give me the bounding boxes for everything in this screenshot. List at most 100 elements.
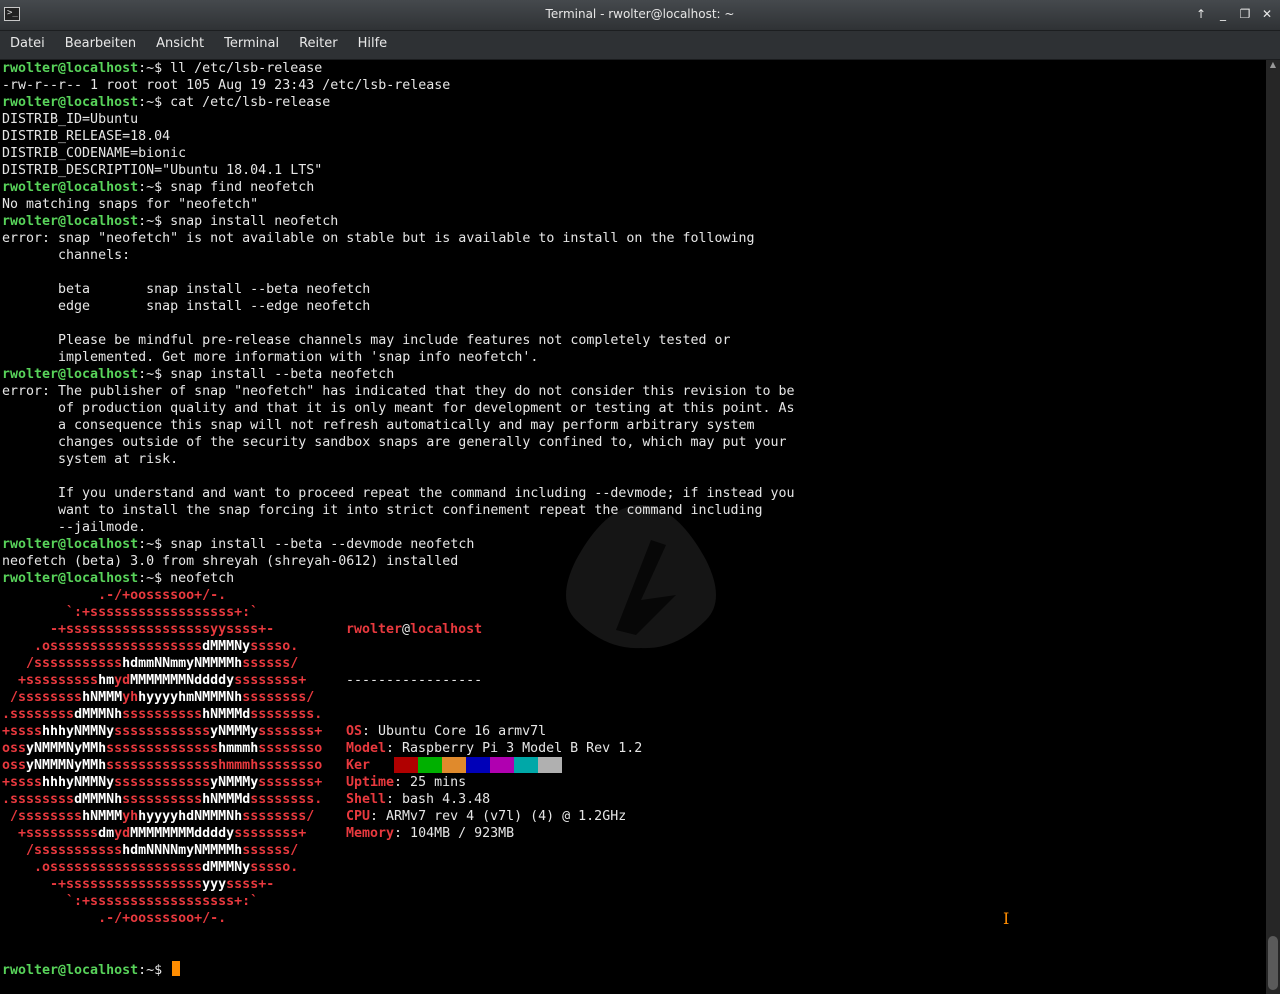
nf-field-key: Uptime [346, 775, 395, 790]
color-swatch [466, 757, 490, 773]
color-swatch [538, 757, 562, 773]
prompt-suffix: :~$ [138, 214, 171, 229]
text-cursor [172, 961, 181, 976]
scrollbar-thumb[interactable] [1268, 936, 1278, 990]
color-swatch [370, 757, 394, 773]
output-line: want to install the snap forcing it into… [2, 503, 763, 518]
menu-ansicht[interactable]: Ansicht [146, 31, 214, 57]
neofetch-ascii-logo: .-/+oossssoo+/-. `:+ssssssssssssssssss+:… [2, 587, 322, 927]
nf-field-value: : 25 mins [394, 775, 467, 790]
nf-field-key: Memory [346, 826, 395, 841]
prompt-suffix: :~$ [138, 367, 171, 382]
ascii-art-row: `:+ssssssssssssssssss+:` [2, 894, 259, 909]
output-line: --jailmode. [2, 520, 147, 535]
output-line: DISTRIB_RELEASE=18.04 [2, 129, 171, 144]
ascii-art-row: -+ssssssssssssssssssyyssss+- [2, 622, 275, 637]
prompt-user-host: rwolter@localhost [2, 61, 139, 76]
nf-field: CPU: ARMv7 rev 4 (v7l) (4) @ 1.2GHz [346, 808, 642, 825]
prompt-suffix: :~$ [138, 95, 171, 110]
output-line: -rw-r--r-- 1 root root 105 Aug 19 23:43 … [2, 78, 451, 93]
keep-above-button[interactable]: ↑ [1194, 6, 1208, 22]
output-line: If you understand and want to proceed re… [2, 486, 795, 501]
output-line: implemented. Get more information with '… [2, 350, 539, 365]
ascii-art-row: .-/+oossssoo+/-. [2, 911, 227, 926]
nf-separator: ----------------- [346, 673, 483, 688]
menubar: Datei Bearbeiten Ansicht Terminal Reiter… [0, 31, 1280, 60]
prompt-user-host: rwolter@localhost [2, 571, 139, 586]
scroll-up-icon[interactable]: ▲ [1266, 60, 1280, 72]
mouse-ibeam-icon: I [1003, 909, 1010, 928]
menu-bearbeiten[interactable]: Bearbeiten [55, 31, 146, 57]
output-line: No matching snaps for "neofetch" [2, 197, 259, 212]
color-swatch [418, 757, 442, 773]
close-button[interactable]: ✕ [1260, 6, 1274, 22]
nf-user: rwolter [346, 622, 403, 637]
output-line: error: The publisher of snap "neofetch" … [2, 384, 795, 399]
menu-reiter[interactable]: Reiter [289, 31, 348, 57]
command-text: neofetch [170, 571, 235, 586]
window-titlebar[interactable]: >_ Terminal - rwolter@localhost: ~ ↑ _ ❐… [0, 0, 1280, 31]
output-line: DISTRIB_DESCRIPTION="Ubuntu 18.04.1 LTS" [2, 163, 323, 178]
ascii-art-row: /sssssssshNMMMyhhyyyyhdNMMMNhssssssss/ [2, 809, 315, 824]
ascii-art-row: /ssssssssssshdmmNNmmyNMMMMhssssss/ [2, 656, 299, 671]
prompt-line: rwolter@localhost:~$ cat /etc/lsb-releas… [2, 94, 795, 111]
menu-terminal[interactable]: Terminal [214, 31, 289, 57]
prompt-user-host: rwolter@localhost [2, 963, 139, 978]
prompt-line: rwolter@localhost:~$ neofetch [2, 570, 795, 587]
prompt-user-host: rwolter@localhost [2, 180, 139, 195]
nf-field: OS: Ubuntu Core 16 armv7l [346, 723, 642, 740]
nf-field-value: : 104MB / 923MB [394, 826, 515, 841]
color-palette [370, 757, 562, 773]
ascii-art-row: .ssssssssdMMMNhsssssssssshNMMMdssssssss. [2, 792, 323, 807]
color-swatch [514, 757, 538, 773]
prompt-line: rwolter@localhost:~$ ll /etc/lsb-release [2, 60, 795, 77]
terminal-output: rwolter@localhost:~$ ll /etc/lsb-release… [2, 60, 795, 587]
ascii-art-row: ossyNMMMNyMMhsssssssssssssshmmmhssssssso [2, 741, 323, 756]
command-text: snap install --beta neofetch [170, 367, 395, 382]
nf-field-value: : Raspberry Pi 3 Model B Rev 1.2 [386, 741, 643, 756]
ascii-art-row: +sssshhhyNMMNyssssssssssssyNMMMysssssss+ [2, 775, 323, 790]
neofetch-info: rwolter@localhost ----------------- OS: … [346, 587, 642, 876]
output-line: edge snap install --edge neofetch [2, 299, 371, 314]
menu-datei[interactable]: Datei [0, 31, 55, 57]
ascii-art-row: /sssssssshNMMMyhhyyyyhmNMMMNhssssssss/ [2, 690, 315, 705]
nf-field-key: CPU [346, 809, 371, 824]
ascii-art-row: .osssssssssssssssssssdMMMNysssso. [2, 639, 299, 654]
color-swatch [490, 757, 514, 773]
output-line: DISTRIB_CODENAME=bionic [2, 146, 187, 161]
nf-field-value: : Ubuntu Core 16 armv7l [362, 724, 547, 739]
prompt-suffix: :~$ [138, 537, 171, 552]
output-line: a consequence this snap will not refresh… [2, 418, 755, 433]
ascii-art-row: .osssssssssssssssssssdMMMNysssso. [2, 860, 299, 875]
output-line: error: snap "neofetch" is not available … [2, 231, 755, 246]
prompt-user-host: rwolter@localhost [2, 537, 139, 552]
prompt-line: rwolter@localhost:~$ snap install --beta… [2, 536, 795, 553]
ascii-art-row: .ssssssssdMMMNhsssssssssshNMMMdssssssss. [2, 707, 323, 722]
active-prompt-line[interactable]: rwolter@localhost:~$ [2, 961, 181, 979]
ascii-art-row: +ssssssssshmydMMMMMMMNddddyssssssss+ [2, 673, 307, 688]
output-line: neofetch (beta) 3.0 from shreyah (shreya… [2, 554, 459, 569]
output-line: beta snap install --beta neofetch [2, 282, 371, 297]
ascii-art-row: +sssssssssdmydMMMMMMMMddddyssssssss+ [2, 826, 307, 841]
ascii-art-row: +sssshhhyNMMNyssssssssssssyNMMMysssssss+ [2, 724, 323, 739]
minimize-button[interactable]: _ [1216, 6, 1230, 22]
menu-hilfe[interactable]: Hilfe [348, 31, 398, 57]
command-text: snap find neofetch [170, 180, 315, 195]
nf-host: localhost [410, 622, 483, 637]
nf-field-key: OS [346, 724, 363, 739]
command-text: cat /etc/lsb-release [170, 95, 331, 110]
prompt-line: rwolter@localhost:~$ snap install neofet… [2, 213, 795, 230]
scrollbar[interactable]: ▲ [1266, 60, 1280, 994]
output-line: Please be mindful pre-release channels m… [2, 333, 731, 348]
terminal-area[interactable]: rwolter@localhost:~$ ll /etc/lsb-release… [0, 60, 1266, 994]
nf-field-key: Model [346, 741, 387, 756]
nf-field-key: Shell [346, 792, 387, 807]
prompt-suffix: :~$ [138, 180, 171, 195]
command-text: snap install neofetch [170, 214, 339, 229]
maximize-button[interactable]: ❐ [1238, 6, 1252, 22]
nf-field: Memory: 104MB / 923MB [346, 825, 642, 842]
prompt-suffix: :~$ [138, 61, 171, 76]
